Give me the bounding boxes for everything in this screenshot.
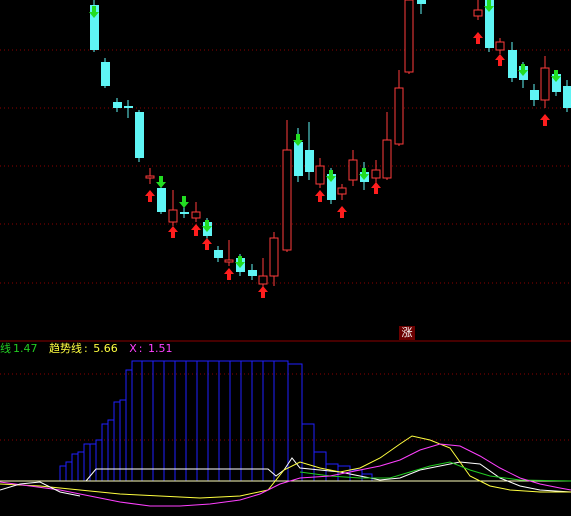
candle-body	[180, 212, 189, 214]
indicator-bar	[163, 360, 176, 482]
indicator-bar	[95, 439, 103, 482]
indicator-bar	[185, 360, 198, 482]
legend-x-value: 1.51	[147, 342, 173, 355]
red-up-arrow-icon	[202, 238, 212, 250]
red-up-arrow-icon	[168, 226, 178, 238]
indicator-bar	[59, 465, 67, 482]
candle-body	[315, 165, 325, 185]
candle-body	[258, 275, 268, 285]
candle-body	[563, 86, 571, 108]
red-up-arrow-icon	[224, 268, 234, 280]
rise-tag: 涨	[399, 326, 415, 340]
candle-body	[157, 188, 166, 212]
indicator-bar	[287, 363, 303, 482]
candle-body	[269, 237, 279, 277]
red-up-arrow-icon	[540, 114, 550, 126]
candle-body	[214, 250, 223, 258]
indicator-bar	[101, 423, 109, 482]
candle-body	[508, 50, 517, 78]
candle-body	[168, 209, 178, 223]
legend-line1-label: 线	[0, 342, 11, 355]
candle-body	[113, 102, 122, 108]
indicator-bar	[325, 463, 339, 482]
candle-body	[101, 62, 110, 86]
candle-body	[371, 169, 381, 179]
indicator-bar	[196, 360, 209, 482]
candle-body	[404, 0, 414, 73]
candle-body	[473, 9, 483, 17]
red-up-arrow-icon	[371, 182, 381, 194]
chart-canvas[interactable]	[0, 0, 571, 516]
candle-body	[224, 259, 234, 263]
indicator-bar	[273, 360, 289, 482]
green-down-arrow-icon	[156, 176, 166, 188]
red-up-arrow-icon	[315, 190, 325, 202]
candle-body	[135, 112, 144, 158]
indicator-lines	[0, 435, 571, 507]
indicator-bars	[59, 360, 373, 482]
red-up-arrow-icon	[473, 32, 483, 44]
candle-body	[305, 150, 314, 172]
candlestick-series	[90, 0, 571, 288]
legend-x-label: X	[129, 342, 137, 355]
candle-body	[191, 211, 201, 219]
white-line	[85, 457, 571, 493]
red-up-arrow-icon	[258, 286, 268, 298]
indicator-bar	[71, 453, 79, 482]
indicator-bar	[207, 360, 220, 482]
candle-body	[417, 0, 426, 4]
indicator-grid	[0, 373, 571, 441]
candle-body	[348, 159, 358, 181]
candle-body	[540, 67, 550, 101]
candle-body	[145, 175, 155, 179]
legend-line1-value: 1.47	[13, 342, 38, 355]
indicator-bar	[251, 360, 264, 482]
red-up-arrow-icon	[495, 54, 505, 66]
indicator-legend: 线 1.47 趋势线: 5.66 X: 1.51	[0, 342, 173, 355]
candle-body	[248, 270, 257, 276]
indicator-bar	[229, 360, 242, 482]
indicator-bar	[218, 360, 231, 482]
indicator-bar	[174, 360, 187, 482]
indicator-bar	[65, 461, 73, 482]
indicator-bar	[131, 360, 143, 482]
candle-body	[337, 187, 347, 195]
indicator-bar	[152, 360, 165, 482]
candle-body	[495, 41, 505, 51]
indicator-bar	[77, 451, 85, 482]
indicator-bar	[141, 360, 154, 482]
candle-body	[282, 149, 292, 251]
legend-trend-label: 趋势线	[49, 342, 82, 355]
candle-body	[382, 139, 392, 179]
candle-body	[124, 106, 133, 108]
red-up-arrow-icon	[337, 206, 347, 218]
indicator-bar	[125, 369, 133, 482]
legend-trend-value: 5.66	[93, 342, 118, 355]
candle-body	[294, 142, 303, 176]
indicator-bar	[107, 419, 115, 482]
candle-body	[394, 87, 404, 145]
green-down-arrow-icon	[179, 196, 189, 208]
indicator-bar	[240, 360, 253, 482]
indicator-bar	[83, 443, 91, 482]
candle-body	[530, 90, 539, 100]
red-up-arrow-icon	[145, 190, 155, 202]
indicator-bar	[262, 360, 275, 482]
red-up-arrow-icon	[191, 224, 201, 236]
